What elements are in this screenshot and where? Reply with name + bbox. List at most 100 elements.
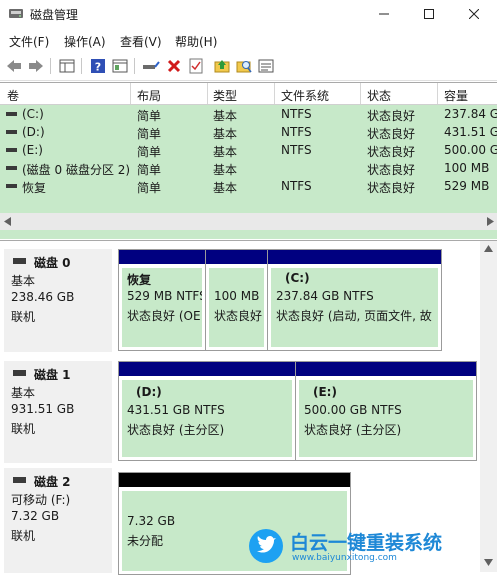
column-header-layout[interactable]: 布局 [137, 87, 161, 104]
volume-list-header: 卷 布局 类型 文件系统 状态 容量 [0, 83, 497, 105]
volume-row[interactable]: (E:) 简单 基本 NTFS 状态良好 500.00 G [0, 141, 497, 159]
partition-size: 529 MB NTFS [127, 289, 202, 303]
menu-file[interactable]: 文件(F) [9, 33, 49, 50]
disk-kind: 基本 [11, 274, 36, 288]
close-icon [469, 9, 479, 19]
partition-body: 恢复 529 MB NTFS 状态良好 (OE [122, 268, 202, 347]
partition-block[interactable]: 100 MB 状态良好 [205, 249, 268, 351]
drive-icon [6, 166, 17, 170]
menu-action[interactable]: 操作(A) [64, 33, 106, 50]
maximize-button[interactable] [406, 0, 452, 28]
show-hide-console-tree-button[interactable] [57, 56, 77, 76]
volume-type: 基本 [213, 181, 238, 195]
volume-capacity: 431.51 G [444, 125, 497, 139]
connect-drive-button[interactable] [141, 56, 161, 76]
partition-body: (D:) 431.51 GB NTFS 状态良好 (主分区) [122, 380, 292, 457]
disk-state: 联机 [11, 422, 36, 436]
column-divider[interactable] [130, 83, 131, 104]
column-divider[interactable] [360, 83, 361, 104]
search-button[interactable] [234, 56, 254, 76]
disk-info-panel[interactable]: 磁盘 0 基本 238.46 GB 联机 [4, 249, 112, 352]
folder-up-icon [214, 60, 230, 73]
partition-status: 状态良好 (主分区) [304, 423, 402, 437]
partition-block[interactable]: (D:) 431.51 GB NTFS 状态良好 (主分区) [118, 361, 296, 461]
minimize-button[interactable] [361, 0, 407, 28]
volume-capacity: 237.84 G [444, 107, 497, 121]
scroll-right-icon[interactable] [486, 217, 494, 226]
checklist-icon [189, 58, 203, 74]
volume-row[interactable]: (磁盘 0 磁盘分区 2) 简单 基本 状态良好 100 MB [0, 159, 497, 177]
horizontal-scrollbar[interactable] [0, 213, 497, 230]
search-folder-icon [236, 61, 252, 73]
volume-capacity: 500.00 G [444, 143, 497, 157]
import-button[interactable] [212, 56, 232, 76]
toolbar-separator [134, 58, 135, 74]
volume-row[interactable]: 恢复 简单 基本 NTFS 状态良好 529 MB [0, 177, 497, 195]
volume-status: 状态良好 [367, 145, 416, 159]
partition-block[interactable]: (C:) 237.84 GB NTFS 状态良好 (启动, 页面文件, 故 [267, 249, 442, 351]
disk-info-panel[interactable]: 磁盘 1 基本 931.51 GB 联机 [4, 361, 112, 463]
volume-filesystem: NTFS [281, 143, 312, 157]
console-tree-icon [59, 59, 75, 73]
partition-body: 100 MB 状态良好 [209, 268, 264, 347]
column-header-type[interactable]: 类型 [213, 87, 237, 104]
help-button[interactable]: ? [88, 56, 108, 76]
watermark-url: www.baiyunxitong.com [292, 553, 397, 563]
partition-bar [119, 250, 205, 264]
back-button[interactable] [4, 56, 24, 76]
volume-layout: 简单 [137, 181, 162, 195]
watermark: 白云一键重装系统 www.baiyunxitong.com [248, 526, 488, 566]
vertical-scrollbar[interactable] [480, 241, 497, 572]
volume-capacity: 529 MB [444, 179, 490, 193]
disk-name: 磁盘 1 [34, 368, 71, 382]
disk-graphical-view: 磁盘 0 基本 238.46 GB 联机 恢复 529 MB NTFS 状态良好… [0, 240, 497, 575]
partition-bar [268, 250, 441, 264]
volume-row[interactable]: (D:) 简单 基本 NTFS 状态良好 431.51 G [0, 123, 497, 141]
delete-button[interactable] [164, 56, 184, 76]
drive-icon [6, 148, 17, 152]
toolbar-separator [50, 58, 51, 74]
partition-block[interactable]: 恢复 529 MB NTFS 状态良好 (OE [118, 249, 206, 351]
drive-icon [6, 130, 17, 134]
partition-block[interactable]: (E:) 500.00 GB NTFS 状态良好 (主分区) [295, 361, 477, 461]
column-divider[interactable] [207, 83, 208, 104]
close-button[interactable] [451, 0, 497, 28]
column-header-status[interactable]: 状态 [367, 87, 391, 104]
partition-status: 未分配 [127, 534, 164, 548]
menu-view[interactable]: 查看(V) [120, 33, 162, 50]
column-header-filesystem[interactable]: 文件系统 [281, 87, 329, 104]
title-bar: 磁盘管理 [0, 0, 497, 28]
volume-row[interactable]: (C:) 简单 基本 NTFS 状态良好 237.84 G [0, 105, 497, 123]
disk-kind: 可移动 (F:) [11, 493, 71, 507]
scroll-up-icon[interactable] [484, 245, 493, 252]
partition-label: (D:) [136, 385, 162, 399]
list-pane-icon [258, 59, 274, 73]
check-button[interactable] [186, 56, 206, 76]
disk-icon [13, 477, 26, 483]
properties-view-button[interactable] [110, 56, 130, 76]
unallocated-bar [119, 473, 350, 487]
column-header-volume[interactable]: 卷 [7, 87, 19, 104]
partition-size: 100 MB [214, 289, 260, 303]
volume-list: 卷 布局 类型 文件系统 状态 容量 (C:) 简单 基本 NTFS 状态良好 … [0, 82, 497, 239]
disk-info-panel[interactable]: 磁盘 2 可移动 (F:) 7.32 GB 联机 [4, 468, 112, 573]
menu-help[interactable]: 帮助(H) [175, 33, 217, 50]
forward-button[interactable] [26, 56, 46, 76]
column-divider[interactable] [437, 83, 438, 104]
settings-button[interactable] [256, 56, 276, 76]
volume-filesystem: NTFS [281, 179, 312, 193]
disk-state: 联机 [11, 529, 36, 543]
volume-type: 基本 [213, 109, 238, 123]
volume-layout: 简单 [137, 163, 162, 177]
partition-size: 7.32 GB [127, 514, 176, 528]
disk-icon [13, 370, 26, 376]
column-header-capacity[interactable]: 容量 [444, 87, 468, 104]
partition-size: 237.84 GB NTFS [276, 289, 374, 303]
column-divider[interactable] [274, 83, 275, 104]
volume-filesystem: NTFS [281, 107, 312, 121]
toolbar-separator [81, 58, 82, 74]
scroll-left-icon[interactable] [4, 217, 12, 226]
partition-bar [206, 250, 267, 264]
disk-name: 磁盘 2 [34, 475, 71, 489]
help-icon: ? [91, 59, 105, 74]
